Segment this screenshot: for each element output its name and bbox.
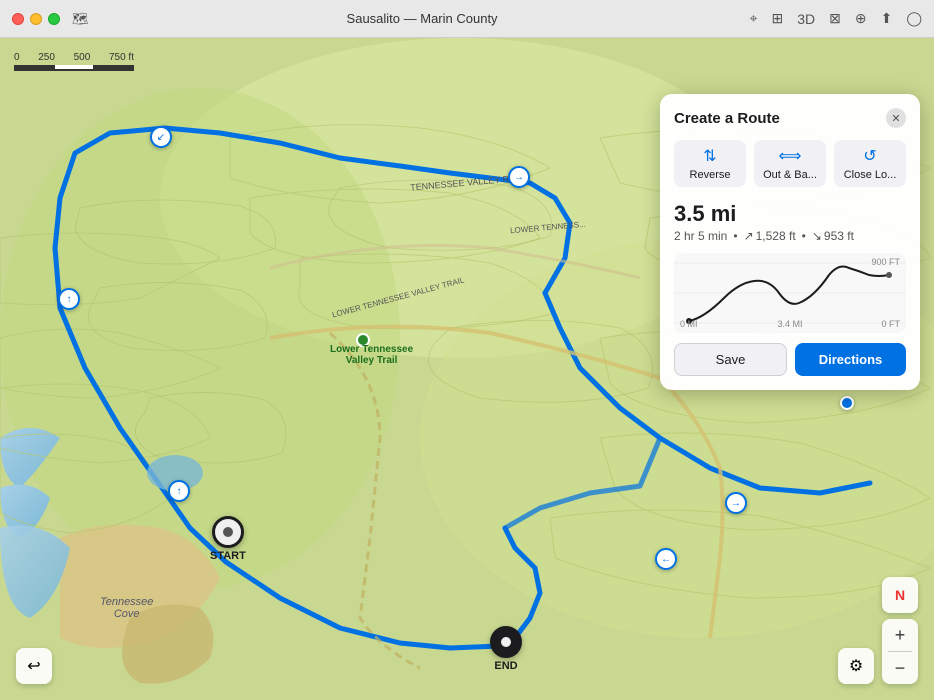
route-dot-east [840, 396, 854, 410]
scale-bar: 0 250 500 750 ft [14, 52, 134, 71]
waypoint-arrow-4: ↑ [177, 486, 182, 497]
close-loop-icon: ↺ [863, 146, 876, 166]
scale-line [14, 65, 134, 71]
dist-mid-label: 3.4 MI [777, 319, 802, 329]
scale-0: 0 [14, 52, 20, 63]
elevation-loss: 953 ft [824, 229, 854, 243]
reverse-icon: ⇅ [703, 146, 716, 166]
out-back-button[interactable]: ⟺ Out & Ba... [754, 140, 826, 187]
route-details: 2 hr 5 min • ↗ 1,528 ft • ↘ 953 ft [674, 229, 906, 243]
back-icon: ↩ [27, 656, 40, 676]
end-marker: END [490, 626, 522, 672]
reverse-label: Reverse [690, 169, 731, 181]
out-back-icon: ⟺ [779, 146, 802, 166]
start-inner [223, 527, 233, 537]
waypoint-arrow-2: ↑ [67, 294, 72, 305]
window-title: Sausalito — Marin County [95, 11, 750, 26]
start-circle [212, 516, 244, 548]
window-icon: 🗺 [72, 11, 89, 27]
traffic-icon[interactable]: ⊠ [829, 10, 841, 27]
elevation-chart: 900 FT 0 FT 0 MI 3.4 MI [674, 253, 906, 333]
scale-seg-3 [93, 65, 132, 69]
close-loop-label: Close Lo... [844, 169, 897, 181]
end-circle [490, 626, 522, 658]
reverse-button[interactable]: ⇅ Reverse [674, 140, 746, 187]
zoom-icon[interactable]: ⊕ [855, 10, 867, 27]
panel-title: Create a Route [674, 110, 780, 127]
waypoint-arrow-1: ↙ [157, 132, 165, 143]
dist-start-label: 0 MI [680, 319, 698, 329]
scale-labels: 0 250 500 750 ft [14, 52, 134, 63]
poi-dot [356, 333, 370, 347]
route-panel: Create a Route ✕ ⇅ Reverse ⟺ Out & Ba...… [660, 94, 920, 390]
zoom-controls: + − [882, 619, 918, 684]
compass-label: N [895, 587, 905, 603]
out-back-label: Out & Ba... [763, 169, 817, 181]
waypoint-arrow-6: ← [661, 554, 671, 565]
scale-seg-2 [55, 65, 94, 69]
location-icon[interactable]: ⌖ [750, 10, 758, 27]
waypoint-arrow-3: → [514, 172, 524, 183]
gain-arrow: ↗ [744, 229, 754, 243]
scale-seg-1 [16, 65, 55, 69]
end-label: END [494, 660, 517, 672]
directions-button[interactable]: Directions [795, 343, 906, 376]
scale-250: 250 [38, 52, 55, 63]
tennessee-cove-label: TennesseeCove [100, 596, 153, 620]
separator-1: • [733, 229, 737, 243]
filter-icon: ⚙ [849, 656, 863, 676]
panel-bottom-actions: Save Directions [674, 343, 906, 376]
route-stats: 3.5 mi 2 hr 5 min • ↗ 1,528 ft • ↘ 953 f… [674, 201, 906, 243]
compass-button[interactable]: N [882, 577, 918, 613]
traffic-lights [12, 13, 60, 25]
start-label: START [210, 550, 246, 562]
back-button[interactable]: ↩ [16, 648, 52, 684]
scale-750: 750 ft [109, 52, 134, 63]
scale-500: 500 [74, 52, 91, 63]
share-icon[interactable]: ⬆ [881, 10, 893, 27]
map[interactable]: TENNESSEE VALLEY RD LOWER TENNESS... LOW… [0, 38, 934, 700]
elev-zero-label: 0 FT [881, 319, 900, 329]
elevation-loss-item: ↘ 953 ft [812, 229, 854, 243]
3d-label[interactable]: 3D [797, 11, 815, 27]
start-marker: START [210, 516, 246, 562]
titlebar: 🗺 Sausalito — Marin County ⌖ ⊞ 3D ⊠ ⊕ ⬆ … [0, 0, 934, 38]
waypoint-6[interactable]: ← [655, 548, 677, 570]
loss-arrow: ↘ [812, 229, 822, 243]
titlebar-actions: ⌖ ⊞ 3D ⊠ ⊕ ⬆ ◯ [750, 10, 922, 27]
route-time: 2 hr 5 min [674, 229, 727, 243]
panel-header: Create a Route ✕ [674, 108, 906, 128]
zoom-out-button[interactable]: − [882, 652, 918, 684]
layers-icon[interactable]: ⊞ [771, 10, 783, 27]
zoom-in-button[interactable]: + [882, 619, 918, 651]
filter-button[interactable]: ⚙ [838, 648, 874, 684]
end-inner [501, 637, 511, 647]
waypoint-arrow-5: → [731, 498, 741, 509]
waypoint-1[interactable]: ↙ [150, 126, 172, 148]
maximize-button[interactable] [48, 13, 60, 25]
route-distance: 3.5 mi [674, 201, 906, 227]
waypoint-5[interactable]: → [725, 492, 747, 514]
elevation-gain: 1,528 ft [756, 229, 796, 243]
waypoint-4[interactable]: ↑ [168, 480, 190, 502]
close-loop-button[interactable]: ↺ Close Lo... [834, 140, 906, 187]
waypoint-2[interactable]: ↑ [58, 288, 80, 310]
map-controls: N + − [882, 577, 918, 684]
action-buttons: ⇅ Reverse ⟺ Out & Ba... ↺ Close Lo... [674, 140, 906, 187]
minimize-button[interactable] [30, 13, 42, 25]
elevation-gain-item: ↗ 1,528 ft [744, 229, 796, 243]
save-button[interactable]: Save [674, 343, 787, 376]
close-button[interactable] [12, 13, 24, 25]
panel-close-button[interactable]: ✕ [886, 108, 906, 128]
waypoint-3[interactable]: → [508, 166, 530, 188]
elev-max-label: 900 FT [871, 257, 900, 267]
user-icon[interactable]: ◯ [906, 10, 922, 27]
separator-2: • [802, 229, 806, 243]
